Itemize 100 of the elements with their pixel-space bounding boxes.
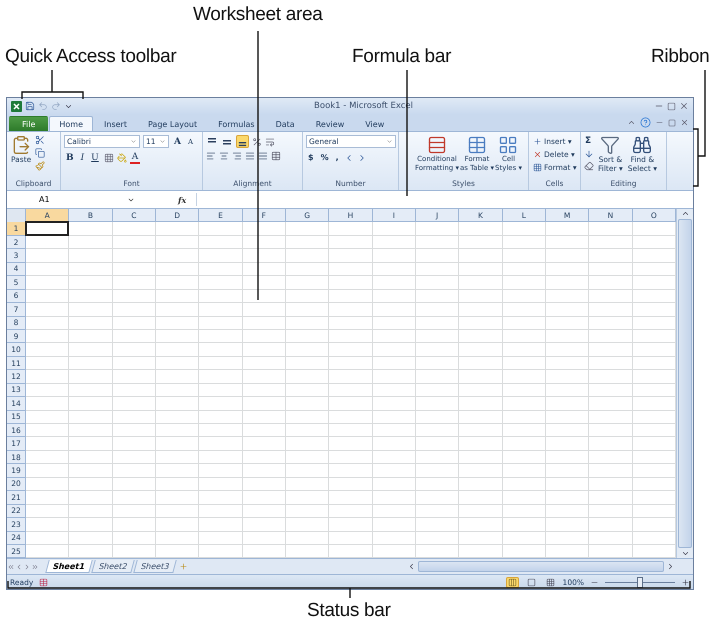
grid-cell[interactable]: [502, 356, 546, 370]
grid-cell[interactable]: [329, 330, 373, 344]
grid-cell[interactable]: [459, 491, 503, 505]
grid-cell[interactable]: [112, 370, 156, 384]
grid-cell[interactable]: [69, 464, 113, 478]
ribbon-tab[interactable]: View: [355, 116, 394, 131]
align-right-icon[interactable]: [232, 151, 242, 161]
grid-cell[interactable]: [329, 276, 373, 290]
grid-cell[interactable]: [69, 491, 113, 505]
grid-cell[interactable]: [372, 290, 416, 304]
grid-cell[interactable]: [459, 397, 503, 411]
grid-cell[interactable]: [546, 424, 590, 438]
grid-cell[interactable]: [546, 491, 590, 505]
fill-color-icon[interactable]: [116, 152, 127, 162]
grid-cell[interactable]: [589, 504, 633, 518]
grid-cell[interactable]: [502, 316, 546, 330]
grid-cell[interactable]: [372, 276, 416, 290]
grid-cell[interactable]: [26, 478, 70, 492]
grid-cell[interactable]: [286, 316, 330, 330]
grid-cell[interactable]: [459, 464, 503, 478]
font-style-button[interactable]: U: [89, 151, 101, 164]
grid-cell[interactable]: [69, 249, 113, 263]
ribbon-tab[interactable]: Formulas: [208, 116, 265, 131]
grid-cell[interactable]: [199, 303, 243, 316]
grid-cell[interactable]: [199, 450, 243, 464]
grid-cell[interactable]: [502, 450, 546, 464]
grid-cell[interactable]: [329, 343, 373, 357]
grid-cell[interactable]: [26, 290, 70, 304]
grid-cell[interactable]: [546, 532, 590, 545]
grid-cell[interactable]: [69, 356, 113, 370]
grid-cell[interactable]: [26, 464, 70, 478]
grid-cell[interactable]: [459, 504, 503, 518]
grid-cell[interactable]: [589, 303, 633, 316]
grid-cell[interactable]: [589, 330, 633, 344]
autosum-button[interactable]: Σ: [584, 135, 594, 147]
grid-cell[interactable]: [26, 424, 70, 438]
grid-cell[interactable]: [286, 290, 330, 304]
insert-function-button[interactable]: fx: [142, 194, 192, 204]
grid-cell[interactable]: [286, 249, 330, 263]
ribbon-tab[interactable]: File: [9, 116, 48, 131]
grid-cell[interactable]: [459, 424, 503, 438]
grid-cell[interactable]: [589, 356, 633, 370]
grid-cell[interactable]: [242, 504, 286, 518]
grid-cell[interactable]: [329, 450, 373, 464]
font-style-button[interactable]: B: [64, 151, 76, 164]
grid-cell[interactable]: [26, 397, 70, 411]
align-left-icon[interactable]: [206, 151, 216, 161]
grid-cell[interactable]: [286, 330, 330, 344]
grid-cell[interactable]: [26, 236, 70, 250]
grid-cell[interactable]: [416, 222, 460, 236]
grid-cell[interactable]: [502, 464, 546, 478]
cut-icon[interactable]: [35, 135, 46, 145]
grid-cell[interactable]: [69, 424, 113, 438]
grid-cell[interactable]: [546, 316, 590, 330]
grid-cell[interactable]: [416, 478, 460, 492]
grid-cell[interactable]: [156, 290, 200, 304]
grid-cell[interactable]: [199, 532, 243, 545]
grid-cell[interactable]: [199, 504, 243, 518]
grid-cell[interactable]: [502, 410, 546, 424]
grid-cell[interactable]: [199, 518, 243, 532]
number-format-button[interactable]: ,: [334, 151, 341, 164]
grid-cell[interactable]: [459, 236, 503, 250]
grid-cell[interactable]: [372, 384, 416, 398]
grid-cell[interactable]: [459, 343, 503, 357]
grid-cell[interactable]: [156, 222, 200, 236]
insert-icon[interactable]: [533, 136, 542, 146]
grid-cell[interactable]: [286, 303, 330, 316]
grid-cell[interactable]: [459, 303, 503, 316]
grid-cell[interactable]: [69, 384, 113, 398]
scroll-right-icon[interactable]: [666, 562, 675, 572]
grid-cell[interactable]: [329, 504, 373, 518]
grid-cell[interactable]: [26, 491, 70, 505]
grid-cell[interactable]: [546, 504, 590, 518]
grid-cell[interactable]: [589, 532, 633, 545]
grid-cell[interactable]: [546, 437, 590, 451]
grid-cell[interactable]: [112, 303, 156, 316]
grid-cell[interactable]: [502, 437, 546, 451]
grid-cell[interactable]: [286, 518, 330, 532]
grid-cell[interactable]: [286, 236, 330, 250]
grid-cell[interactable]: [26, 343, 70, 357]
grid-cell[interactable]: [286, 437, 330, 451]
grid-cell[interactable]: [329, 410, 373, 424]
scroll-up-icon[interactable]: [680, 209, 690, 218]
last-sheet-icon[interactable]: [31, 562, 39, 571]
grid-cell[interactable]: [26, 384, 70, 398]
grid-cell[interactable]: [69, 330, 113, 344]
grid-cell[interactable]: [26, 410, 70, 424]
grid-cell[interactable]: [69, 518, 113, 532]
grid-cell[interactable]: [156, 437, 200, 451]
grid-cell[interactable]: [589, 450, 633, 464]
copy-icon[interactable]: [35, 148, 46, 158]
grid-cell[interactable]: [329, 518, 373, 532]
grid-cell[interactable]: [589, 424, 633, 438]
insert-sheet-icon[interactable]: [179, 562, 188, 572]
grid-cell[interactable]: [416, 262, 460, 276]
grid-cell[interactable]: [26, 330, 70, 344]
grid-cell[interactable]: [502, 236, 546, 250]
first-sheet-icon[interactable]: [7, 562, 15, 571]
grid-cell[interactable]: [372, 532, 416, 545]
grid-cell[interactable]: [199, 410, 243, 424]
